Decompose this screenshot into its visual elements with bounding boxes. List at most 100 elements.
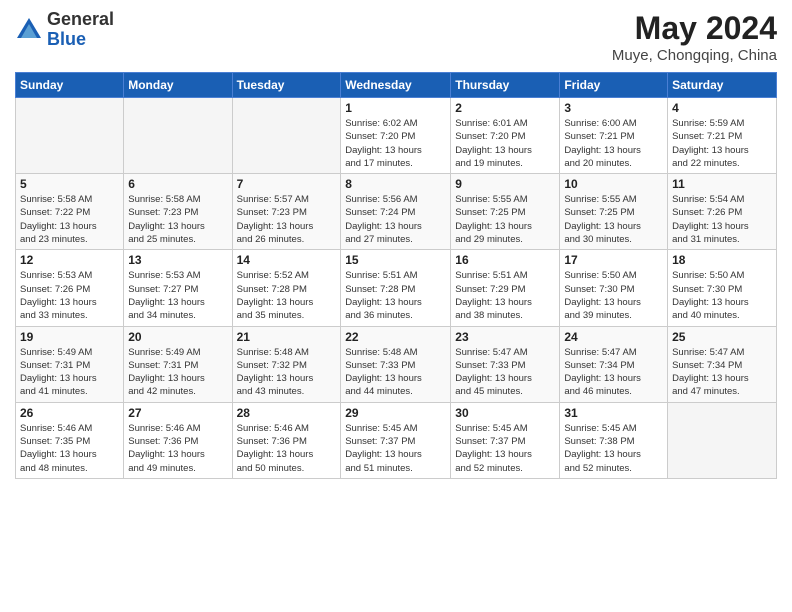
calendar-cell: 9Sunrise: 5:55 AMSunset: 7:25 PMDaylight…: [451, 174, 560, 250]
calendar-table: SundayMondayTuesdayWednesdayThursdayFrid…: [15, 72, 777, 479]
calendar-cell: 3Sunrise: 6:00 AMSunset: 7:21 PMDaylight…: [560, 98, 668, 174]
weekday-header-monday: Monday: [124, 73, 232, 98]
day-info: Sunrise: 5:52 AMSunset: 7:28 PMDaylight:…: [237, 269, 337, 322]
calendar-cell: 13 Sunrise: 5:53 AMSunset: 7:27 PMDayligh…: [124, 250, 232, 326]
day-info: Sunrise: 5:54 AMSunset: 7:26 PMDaylight:…: [672, 193, 772, 246]
calendar-cell: 2 Sunrise: 6:01 AMSunset: 7:20 PMDaylight…: [451, 98, 560, 174]
day-number: 26: [20, 406, 119, 420]
calendar-cell: 21 Sunrise: 5:48 AMSunset: 7:32 PMDayligh…: [232, 326, 341, 402]
calendar-cell: 30 Sunrise: 5:45 AMSunset: 7:37 PMDayligh…: [451, 402, 560, 478]
weekday-header-sunday: Sunday: [16, 73, 124, 98]
day-info: Sunrise: 5:53 AMSunset: 7:26 PMDaylight:…: [20, 269, 119, 322]
day-info: Sunrise: 5:50 AMSunset: 7:30 PMDaylight:…: [672, 269, 772, 322]
day-info: Sunrise: 5:45 AMSunset: 7:37 PMDaylight:…: [345, 422, 446, 475]
day-info: Sunrise: 5:51 AMSunset: 7:28 PMDaylight:…: [345, 269, 446, 322]
day-info: Sunrise: 5:48 AMSunset: 7:33 PMDaylight:…: [345, 346, 446, 399]
calendar-cell: [124, 98, 232, 174]
day-info: Sunrise: 5:46 AMSunset: 7:36 PMDaylight:…: [237, 422, 337, 475]
calendar-cell: 18 Sunrise: 5:50 AMSunset: 7:30 PMDayligh…: [668, 250, 777, 326]
day-number: 14: [237, 253, 337, 267]
day-number: 13: [128, 253, 227, 267]
logo-icon: [15, 16, 43, 44]
day-info: Sunrise: 5:48 AMSunset: 7:32 PMDaylight:…: [237, 346, 337, 399]
day-number: 29: [345, 406, 446, 420]
day-number: 16: [455, 253, 555, 267]
day-info: Sunrise: 5:47 AMSunset: 7:34 PMDaylight:…: [564, 346, 663, 399]
calendar-cell: 14 Sunrise: 5:52 AMSunset: 7:28 PMDayligh…: [232, 250, 341, 326]
logo: General Blue: [15, 10, 114, 50]
day-info: Sunrise: 5:49 AMSunset: 7:31 PMDaylight:…: [128, 346, 227, 399]
month-year-title: May 2024: [612, 10, 777, 47]
calendar-cell: 29 Sunrise: 5:45 AMSunset: 7:37 PMDayligh…: [341, 402, 451, 478]
day-info: Sunrise: 5:45 AMSunset: 7:37 PMDaylight:…: [455, 422, 555, 475]
day-info: Sunrise: 5:58 AMSunset: 7:23 PMDaylight:…: [128, 193, 227, 246]
calendar-cell: 6 Sunrise: 5:58 AMSunset: 7:23 PMDaylight…: [124, 174, 232, 250]
day-info: Sunrise: 6:02 AMSunset: 7:20 PMDaylight:…: [345, 117, 446, 170]
day-number: 30: [455, 406, 555, 420]
weekday-header-wednesday: Wednesday: [341, 73, 451, 98]
day-number: 23: [455, 330, 555, 344]
day-info: Sunrise: 5:55 AMSunset: 7:25 PMDaylight:…: [455, 193, 555, 246]
calendar-cell: 1 Sunrise: 6:02 AMSunset: 7:20 PMDaylight…: [341, 98, 451, 174]
day-number: 18: [672, 253, 772, 267]
calendar-cell: 19 Sunrise: 5:49 AMSunset: 7:31 PMDayligh…: [16, 326, 124, 402]
day-number: 7: [237, 177, 337, 191]
calendar-cell: 24Sunrise: 5:47 AMSunset: 7:34 PMDayligh…: [560, 326, 668, 402]
calendar-cell: 11 Sunrise: 5:54 AMSunset: 7:26 PMDayligh…: [668, 174, 777, 250]
weekday-header-saturday: Saturday: [668, 73, 777, 98]
day-number: 19: [20, 330, 119, 344]
day-info: Sunrise: 6:01 AMSunset: 7:20 PMDaylight:…: [455, 117, 555, 170]
day-info: Sunrise: 5:55 AMSunset: 7:25 PMDaylight:…: [564, 193, 663, 246]
day-number: 10: [564, 177, 663, 191]
day-info: Sunrise: 5:56 AMSunset: 7:24 PMDaylight:…: [345, 193, 446, 246]
day-info: Sunrise: 5:53 AMSunset: 7:27 PMDaylight:…: [128, 269, 227, 322]
logo-text: General Blue: [47, 10, 114, 50]
day-number: 28: [237, 406, 337, 420]
day-number: 12: [20, 253, 119, 267]
day-number: 22: [345, 330, 446, 344]
calendar-week-row: 19 Sunrise: 5:49 AMSunset: 7:31 PMDayligh…: [16, 326, 777, 402]
day-number: 21: [237, 330, 337, 344]
day-number: 6: [128, 177, 227, 191]
calendar-cell: 26 Sunrise: 5:46 AMSunset: 7:35 PMDayligh…: [16, 402, 124, 478]
calendar-week-row: 12 Sunrise: 5:53 AMSunset: 7:26 PMDayligh…: [16, 250, 777, 326]
day-info: Sunrise: 5:46 AMSunset: 7:35 PMDaylight:…: [20, 422, 119, 475]
day-number: 17: [564, 253, 663, 267]
calendar-cell: 28 Sunrise: 5:46 AMSunset: 7:36 PMDayligh…: [232, 402, 341, 478]
calendar-cell: 20 Sunrise: 5:49 AMSunset: 7:31 PMDayligh…: [124, 326, 232, 402]
day-info: Sunrise: 5:45 AMSunset: 7:38 PMDaylight:…: [564, 422, 663, 475]
day-info: Sunrise: 5:47 AMSunset: 7:34 PMDaylight:…: [672, 346, 772, 399]
calendar-week-row: 26 Sunrise: 5:46 AMSunset: 7:35 PMDayligh…: [16, 402, 777, 478]
day-number: 25: [672, 330, 772, 344]
day-number: 2: [455, 101, 555, 115]
day-number: 5: [20, 177, 119, 191]
day-info: Sunrise: 5:58 AMSunset: 7:22 PMDaylight:…: [20, 193, 119, 246]
calendar-week-row: 1 Sunrise: 6:02 AMSunset: 7:20 PMDaylight…: [16, 98, 777, 174]
calendar-cell: 10 Sunrise: 5:55 AMSunset: 7:25 PMDayligh…: [560, 174, 668, 250]
day-number: 31: [564, 406, 663, 420]
day-info: Sunrise: 5:50 AMSunset: 7:30 PMDaylight:…: [564, 269, 663, 322]
logo-blue: Blue: [47, 29, 86, 49]
day-number: 4: [672, 101, 772, 115]
calendar-cell: 17 Sunrise: 5:50 AMSunset: 7:30 PMDayligh…: [560, 250, 668, 326]
calendar-cell: 16Sunrise: 5:51 AMSunset: 7:29 PMDayligh…: [451, 250, 560, 326]
calendar-cell: 12 Sunrise: 5:53 AMSunset: 7:26 PMDayligh…: [16, 250, 124, 326]
day-number: 1: [345, 101, 446, 115]
calendar-cell: 31 Sunrise: 5:45 AMSunset: 7:38 PMDayligh…: [560, 402, 668, 478]
day-info: Sunrise: 5:46 AMSunset: 7:36 PMDaylight:…: [128, 422, 227, 475]
weekday-header-friday: Friday: [560, 73, 668, 98]
location-label: Muye, Chongqing, China: [612, 47, 777, 64]
day-number: 8: [345, 177, 446, 191]
calendar-cell: 25 Sunrise: 5:47 AMSunset: 7:34 PMDayligh…: [668, 326, 777, 402]
calendar-cell: 22 Sunrise: 5:48 AMSunset: 7:33 PMDayligh…: [341, 326, 451, 402]
title-block: May 2024 Muye, Chongqing, China: [612, 10, 777, 64]
day-number: 11: [672, 177, 772, 191]
day-number: 20: [128, 330, 227, 344]
day-info: Sunrise: 5:57 AMSunset: 7:23 PMDaylight:…: [237, 193, 337, 246]
day-info: Sunrise: 5:49 AMSunset: 7:31 PMDaylight:…: [20, 346, 119, 399]
weekday-header-thursday: Thursday: [451, 73, 560, 98]
calendar-cell: 5 Sunrise: 5:58 AMSunset: 7:22 PMDaylight…: [16, 174, 124, 250]
logo-general: General: [47, 9, 114, 29]
calendar-cell: 4Sunrise: 5:59 AMSunset: 7:21 PMDaylight…: [668, 98, 777, 174]
calendar-cell: 15Sunrise: 5:51 AMSunset: 7:28 PMDayligh…: [341, 250, 451, 326]
